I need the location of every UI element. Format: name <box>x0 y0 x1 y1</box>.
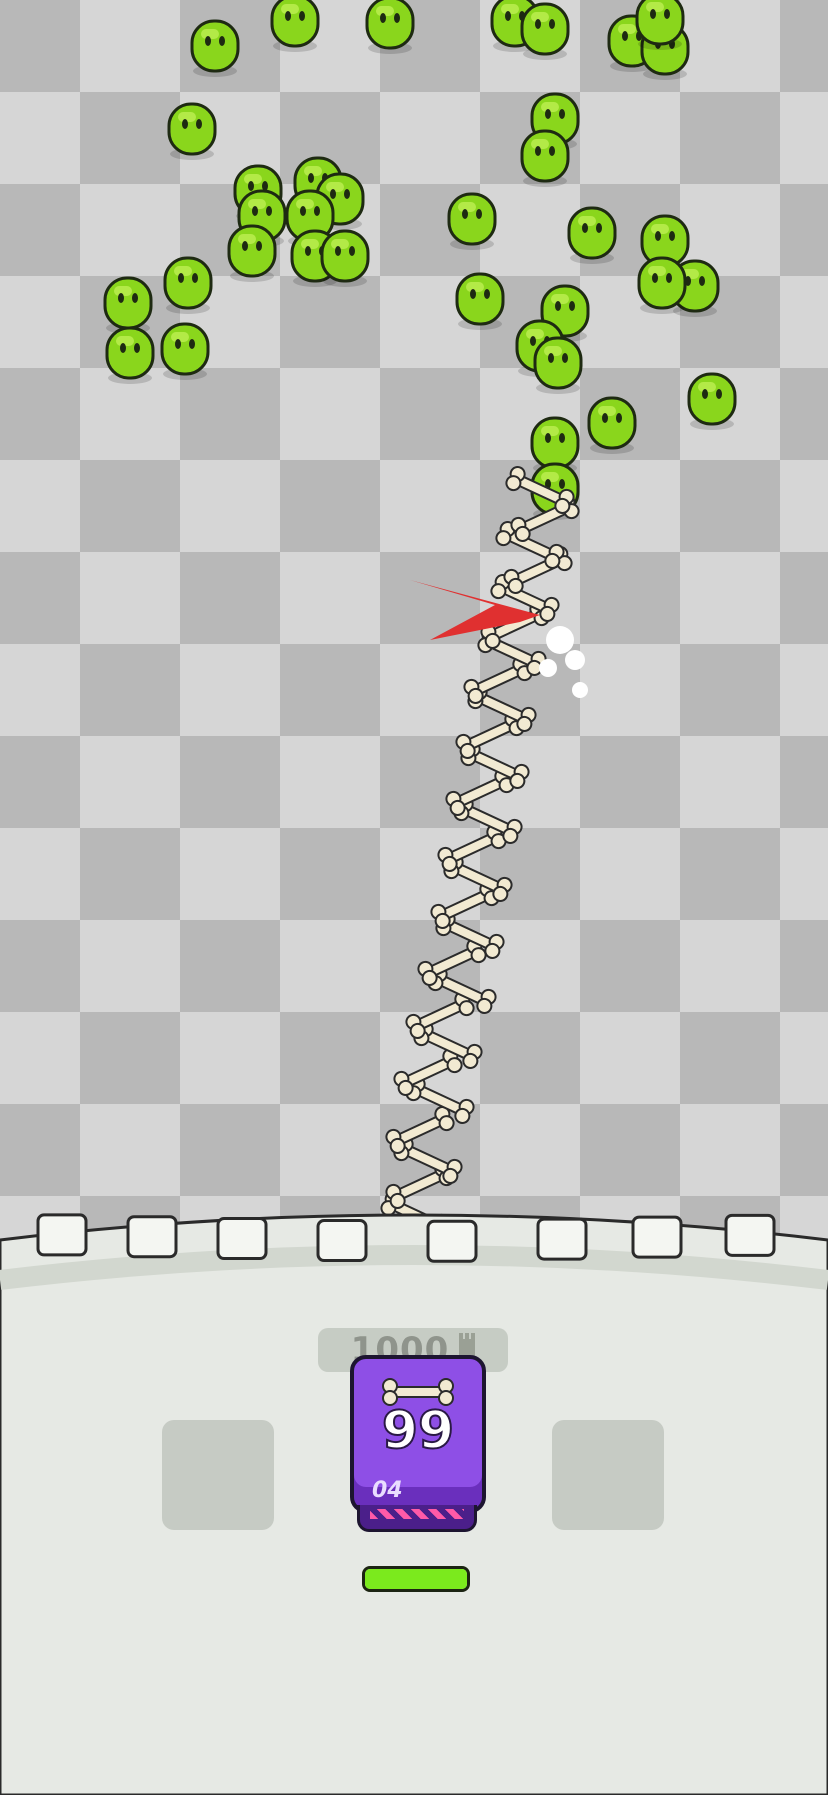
health-bar-fill <box>365 1569 467 1589</box>
bone-dice[interactable]: 99 04 <box>350 1355 486 1513</box>
bone-chain-attack <box>380 466 588 1260</box>
dice-slot-left[interactable] <box>162 1420 274 1530</box>
battlefield <box>0 0 828 1260</box>
dice-slot-right[interactable] <box>552 1420 664 1530</box>
health-bar <box>362 1566 470 1592</box>
bone-segment <box>385 1106 455 1154</box>
game-stage[interactable]: 1000 99 04 <box>0 0 828 1795</box>
dice-value: 99 <box>381 1400 455 1462</box>
dice-base <box>357 1505 477 1532</box>
bone-segment <box>505 466 575 514</box>
dice-tag: 04 <box>372 1478 403 1503</box>
